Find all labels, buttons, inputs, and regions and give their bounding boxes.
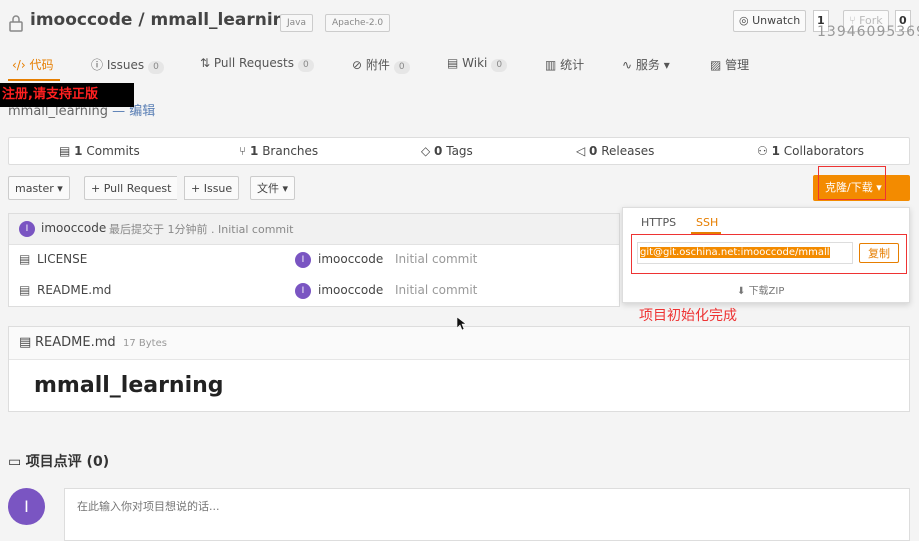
- avatar[interactable]: I: [295, 252, 311, 268]
- settings-icon: ▨: [710, 58, 726, 72]
- tab-issues[interactable]: ⓘ Issues 0: [91, 56, 164, 74]
- stat-commits[interactable]: ▤ 1 Commits: [59, 144, 140, 158]
- file-commit-message[interactable]: Initial commit: [395, 252, 477, 266]
- release-icon: ◁: [576, 144, 590, 158]
- eye-icon: ◎: [739, 14, 753, 27]
- stats-icon: ▥: [545, 58, 561, 72]
- download-icon: ⬇: [737, 286, 749, 297]
- wiki-icon: ▤: [447, 56, 463, 70]
- comment-input[interactable]: [65, 489, 909, 523]
- tab-stats[interactable]: ▥ 统计: [545, 56, 584, 73]
- branch-select[interactable]: master ▾: [8, 176, 70, 200]
- comment-box: [64, 488, 910, 541]
- avatar[interactable]: I: [19, 221, 35, 237]
- file-author[interactable]: imooccode: [318, 252, 383, 266]
- readme-panel: ▤ README.md 17 Bytes mmall_learning: [8, 326, 910, 412]
- new-pull-request-button[interactable]: + Pull Request: [84, 176, 178, 200]
- file-icon: ▤: [19, 283, 31, 297]
- highlight-box-clone: [818, 166, 886, 200]
- file-list: I imooccode 最后提交于 1分钟前 . Initial commit …: [8, 213, 620, 307]
- unwatch-label: Unwatch: [752, 14, 801, 27]
- license-tag[interactable]: Apache-2.0: [325, 14, 391, 32]
- piracy-overlay-banner: 注册,请支持正版: [0, 83, 134, 107]
- active-tab-indicator: [8, 79, 60, 81]
- comments-title: ▭ 项目点评 (0): [8, 454, 110, 470]
- tab-pull-requests[interactable]: ⇅ Pull Requests 0: [200, 56, 314, 72]
- mouse-cursor-icon: [457, 317, 467, 331]
- annotation-text: 项目初始化完成: [639, 308, 737, 324]
- tag-icon: ◇: [421, 144, 435, 158]
- service-icon: ∿: [622, 58, 636, 72]
- stat-releases[interactable]: ◁ 0 Releases: [576, 144, 654, 158]
- tab-services[interactable]: ∿ 服务 ▾: [622, 56, 670, 73]
- stat-branches[interactable]: ⑂ 1 Branches: [239, 144, 318, 158]
- highlight-box-url: [631, 234, 907, 274]
- readme-header: ▤ README.md 17 Bytes: [9, 327, 909, 360]
- watermark: 13946095369: [817, 24, 919, 40]
- attachment-icon: ⊘: [352, 58, 366, 72]
- branch-icon: ⑂: [239, 144, 251, 158]
- tab-manage[interactable]: ▨ 管理: [710, 56, 749, 73]
- new-issue-button[interactable]: + Issue: [184, 176, 240, 200]
- download-zip-link[interactable]: ⬇ 下载ZIP: [737, 282, 784, 297]
- readme-size: 17 Bytes: [123, 338, 167, 349]
- file-commit-message[interactable]: Initial commit: [395, 283, 477, 297]
- issues-icon: ⓘ: [91, 58, 107, 72]
- latest-commit-bar: I imooccode 最后提交于 1分钟前 . Initial commit: [9, 214, 619, 245]
- files-dropdown[interactable]: 文件 ▾: [250, 176, 296, 200]
- tab-code[interactable]: ‹/› 代码: [12, 56, 53, 73]
- code-icon: ‹/›: [12, 58, 30, 72]
- file-icon: ▤: [19, 252, 31, 266]
- unwatch-button[interactable]: ◎ Unwatch: [733, 10, 807, 32]
- lock-icon: [8, 14, 24, 32]
- collaborators-icon: ⚇: [757, 144, 772, 158]
- tab-wiki[interactable]: ▤ Wiki 0: [447, 56, 508, 72]
- readme-filename[interactable]: README.md: [35, 335, 116, 350]
- commit-meta[interactable]: 最后提交于 1分钟前 . Initial commit: [109, 221, 294, 237]
- repo-title[interactable]: imooccode / mmall_learning: [30, 10, 297, 30]
- repo-stats-bar: ▤ 1 Commits ⑂ 1 Branches ◇ 0 Tags ◁ 0 Re…: [8, 137, 910, 165]
- stat-tags[interactable]: ◇ 0 Tags: [421, 144, 473, 158]
- tab-https[interactable]: HTTPS: [641, 216, 676, 229]
- tab-ssh[interactable]: SSH: [696, 216, 718, 229]
- commit-icon: ▤: [59, 144, 75, 158]
- avatar[interactable]: I: [295, 283, 311, 299]
- readme-file-icon: ▤: [19, 335, 32, 350]
- pull-request-icon: ⇅: [200, 56, 214, 70]
- comment-icon: ▭: [8, 454, 26, 470]
- language-tag[interactable]: Java: [280, 14, 314, 32]
- file-author[interactable]: imooccode: [318, 283, 383, 297]
- commit-author[interactable]: imooccode: [41, 221, 106, 235]
- repo-tabs: ‹/› 代码 ⓘ Issues 0 ⇅ Pull Requests 0 ⊘ 附件 0 …: [0, 50, 919, 80]
- readme-heading: mmall_learning: [34, 373, 224, 398]
- stat-collaborators[interactable]: ⚇ 1 Collaborators: [757, 144, 864, 158]
- tab-attachments[interactable]: ⊘ 附件 0: [352, 56, 410, 74]
- file-name[interactable]: README.md: [37, 283, 111, 297]
- file-name[interactable]: LICENSE: [37, 252, 87, 266]
- avatar[interactable]: I: [8, 488, 45, 525]
